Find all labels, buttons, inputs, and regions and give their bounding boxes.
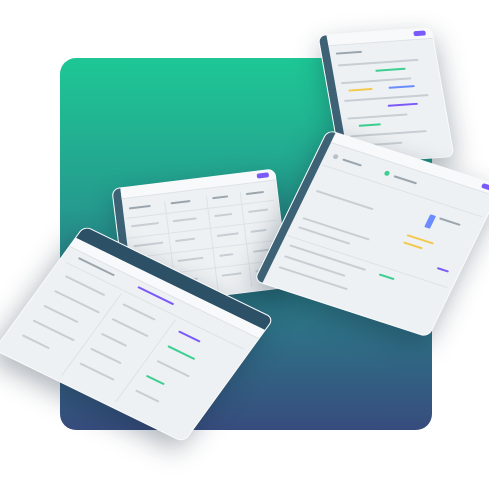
cell (100, 332, 128, 347)
row-line (350, 130, 427, 138)
status-bar (177, 330, 201, 343)
cell (135, 389, 160, 403)
status-bar (167, 345, 196, 361)
cell (248, 208, 269, 213)
column-header (128, 204, 151, 210)
card-action-button (256, 172, 270, 179)
column-divider (115, 319, 176, 403)
row-divider (287, 235, 448, 289)
status-bar (436, 267, 450, 273)
heading-line (342, 158, 362, 167)
status-bar (358, 123, 382, 127)
cell (54, 290, 101, 314)
cell (156, 360, 191, 378)
cell (216, 232, 239, 237)
card-action-button (480, 182, 489, 192)
cell (90, 347, 122, 365)
row-line (337, 58, 419, 67)
card-topbar (326, 28, 433, 47)
cell (133, 241, 164, 248)
avatar (383, 170, 391, 177)
cell (79, 362, 115, 381)
cell (32, 319, 76, 342)
avatar (332, 153, 340, 160)
row-line (344, 94, 429, 102)
cell (177, 256, 204, 262)
stat-line (438, 217, 461, 226)
column-header (245, 190, 264, 196)
cell (214, 212, 233, 218)
cell (111, 318, 149, 338)
column-header (170, 199, 191, 205)
status-bar (387, 102, 419, 107)
column-header (212, 195, 229, 200)
cell (175, 237, 196, 243)
row-line (278, 266, 348, 291)
status-bar (388, 85, 415, 89)
cell (122, 303, 156, 321)
status-bar (145, 374, 165, 386)
column-divider (205, 195, 219, 292)
column-divider (61, 293, 122, 376)
cell (172, 217, 197, 223)
row-line (315, 189, 374, 211)
row-line (340, 77, 412, 85)
cell (221, 272, 242, 277)
cell (250, 228, 267, 233)
heading-line (393, 175, 418, 185)
row-line (302, 217, 370, 241)
status-bar (375, 67, 406, 72)
row-line (347, 113, 408, 120)
chart-bar (424, 214, 437, 229)
cell (21, 334, 50, 350)
card-action-button (413, 30, 427, 37)
row-divider (125, 199, 275, 219)
cell (130, 221, 159, 228)
status-bar (403, 241, 423, 250)
status-bar (348, 87, 373, 92)
cell (43, 304, 79, 324)
heading-line (335, 50, 363, 55)
status-bar (378, 273, 395, 281)
cell (219, 253, 234, 257)
